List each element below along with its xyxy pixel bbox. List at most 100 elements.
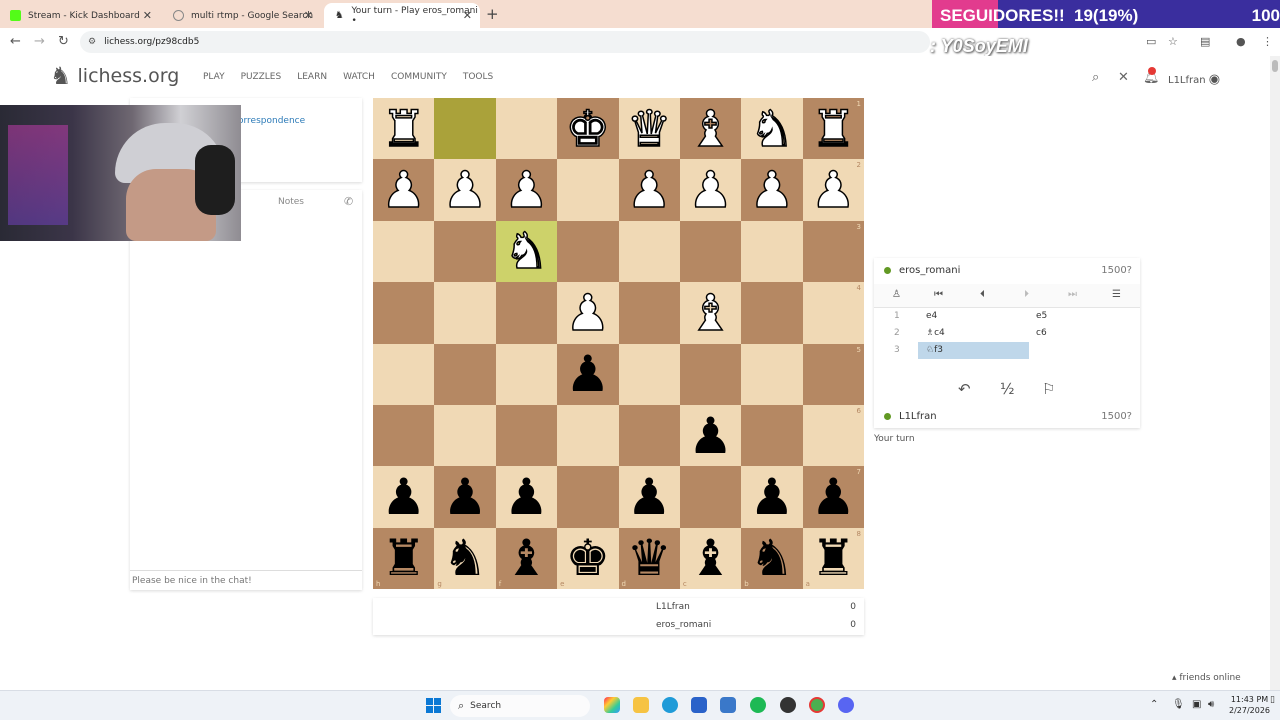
user-menu[interactable]: L1Lfran ◉ <box>1168 72 1220 87</box>
network-icon[interactable]: ▣ <box>1192 699 1201 710</box>
board-square[interactable]: ♞ <box>495 220 558 283</box>
scrollbar-thumb[interactable] <box>1272 60 1278 72</box>
white-bishop-piece[interactable]: ♝ <box>687 103 733 155</box>
first-move-icon[interactable]: ⏮ <box>934 289 943 300</box>
board-square[interactable]: ♟ <box>557 343 619 405</box>
black-king-piece[interactable]: ♚ <box>565 533 610 583</box>
white-move[interactable]: ♗c4 <box>918 325 1029 342</box>
black-queen-piece[interactable]: ♛ <box>627 533 672 583</box>
board-square[interactable]: 4 <box>802 282 864 344</box>
white-pawn-piece[interactable]: ♟ <box>381 164 427 216</box>
black-knight-piece[interactable]: ♞ <box>750 533 795 583</box>
board-square[interactable]: 7 ♟ <box>802 466 864 528</box>
board-square[interactable]: ♟ <box>373 466 435 528</box>
taskbar-clock[interactable]: 11:43 PM 2/27/2026 <box>1229 694 1270 716</box>
black-pawn-piece[interactable]: ♟ <box>565 349 610 399</box>
board-square[interactable] <box>679 343 742 405</box>
white-pawn-piece[interactable]: ♟ <box>810 164 856 216</box>
board-square[interactable] <box>618 343 680 405</box>
tray-overflow-icon[interactable]: ⌃ <box>1150 699 1158 710</box>
board-square[interactable]: ♚ <box>557 98 619 160</box>
tab-kick-dashboard[interactable]: Stream - Kick Dashboard ✕ <box>0 3 160 28</box>
board-square[interactable]: ♟ <box>679 404 742 467</box>
opponent-name[interactable]: eros_romani <box>899 265 1101 276</box>
board-square[interactable] <box>434 282 496 344</box>
tab-notes[interactable]: Notes <box>278 197 304 207</box>
forward-arrow-icon[interactable]: → <box>34 34 45 49</box>
close-icon[interactable]: ✕ <box>304 9 313 22</box>
white-king-piece[interactable]: ♚ <box>565 103 611 155</box>
black-pawn-piece[interactable]: ♟ <box>504 472 549 522</box>
board-square[interactable]: ♞ <box>741 98 803 160</box>
nav-play[interactable]: PLAY <box>203 72 225 82</box>
takeback-icon[interactable]: ↶ <box>958 380 971 398</box>
copilot-icon[interactable] <box>604 697 620 713</box>
chat-input[interactable]: Please be nice in the chat! <box>130 570 362 590</box>
board-square[interactable]: ♝ <box>679 282 742 344</box>
white-bishop-piece[interactable]: ♝ <box>687 287 733 339</box>
black-pawn-piece[interactable]: ♟ <box>811 472 856 522</box>
board-square[interactable]: h ♜ <box>373 527 435 589</box>
board-square[interactable]: b ♞ <box>741 527 803 589</box>
board-square[interactable]: 2 ♟ <box>802 159 864 221</box>
white-knight-piece[interactable]: ♞ <box>749 103 795 155</box>
next-move-icon[interactable]: ⏵ <box>1024 289 1029 300</box>
back-arrow-icon[interactable]: ← <box>10 34 21 49</box>
board-square[interactable]: ♟ <box>557 282 619 344</box>
board-square[interactable]: ♟ <box>741 159 803 221</box>
offer-draw-button[interactable]: ½ <box>1000 380 1015 398</box>
black-pawn-piece[interactable]: ♟ <box>750 472 795 522</box>
close-icon[interactable]: ✕ <box>463 9 472 22</box>
black-bishop-piece[interactable]: ♝ <box>504 533 549 583</box>
nav-puzzles[interactable]: PUZZLES <box>241 72 282 82</box>
board-square[interactable] <box>495 343 558 405</box>
windows-start-icon[interactable] <box>426 698 441 713</box>
white-knight-piece[interactable]: ♞ <box>503 226 549 278</box>
player-name[interactable]: L1Lfran <box>899 411 1101 422</box>
board-square[interactable] <box>495 282 558 344</box>
board-square[interactable]: ♟ <box>434 159 496 221</box>
board-square[interactable]: 6 <box>802 404 864 467</box>
board-square[interactable]: ♛ <box>618 98 680 160</box>
board-square[interactable]: ♟ <box>679 159 742 221</box>
nav-watch[interactable]: WATCH <box>343 72 375 82</box>
menu-dots-icon[interactable]: ⋮ <box>1262 35 1273 48</box>
last-move-icon[interactable]: ⏭ <box>1068 289 1077 300</box>
microphone-icon[interactable]: 🎙︎ <box>1172 699 1185 710</box>
board-square[interactable]: 8 a ♜ <box>802 527 864 589</box>
white-pawn-piece[interactable]: ♟ <box>749 164 795 216</box>
board-square[interactable]: ♟ <box>373 159 435 221</box>
board-square[interactable]: ♟ <box>495 466 558 528</box>
flip-board-icon[interactable]: ♙ <box>892 289 901 300</box>
close-icon[interactable]: ✕ <box>143 9 152 22</box>
board-square[interactable]: ♟ <box>495 159 558 221</box>
black-rook-piece[interactable]: ♜ <box>381 533 426 583</box>
board-square[interactable] <box>679 220 742 283</box>
board-square[interactable] <box>557 404 619 467</box>
white-pawn-piece[interactable]: ♟ <box>626 164 672 216</box>
black-pawn-piece[interactable]: ♟ <box>381 472 426 522</box>
board-square[interactable] <box>741 343 803 405</box>
black-move[interactable]: e5 <box>1036 311 1047 321</box>
white-pawn-piece[interactable]: ♟ <box>442 164 488 216</box>
board-square[interactable] <box>373 404 435 467</box>
board-square[interactable] <box>434 404 496 467</box>
white-rook-piece[interactable]: ♜ <box>381 103 427 155</box>
site-info-icon[interactable]: ⚙ <box>88 37 96 47</box>
white-queen-piece[interactable]: ♛ <box>626 103 672 155</box>
board-square[interactable] <box>434 220 496 283</box>
new-tab-icon[interactable]: + <box>486 5 499 23</box>
file-explorer-icon[interactable] <box>633 697 649 713</box>
board-square[interactable] <box>741 282 803 344</box>
edge-icon[interactable] <box>662 697 678 713</box>
black-pawn-piece[interactable]: ♟ <box>443 472 488 522</box>
white-move[interactable]: e4 <box>918 308 1029 325</box>
board-square[interactable] <box>373 282 435 344</box>
board-square[interactable] <box>557 159 619 221</box>
bookmark-star-icon[interactable]: ☆ <box>1168 35 1178 48</box>
board-square[interactable] <box>434 98 496 160</box>
nav-tools[interactable]: TOOLS <box>463 72 493 82</box>
taskbar-search[interactable]: ⌕ Search <box>450 695 590 717</box>
site-logo[interactable]: ♞ lichess.org <box>50 64 179 88</box>
board-square[interactable] <box>618 282 680 344</box>
